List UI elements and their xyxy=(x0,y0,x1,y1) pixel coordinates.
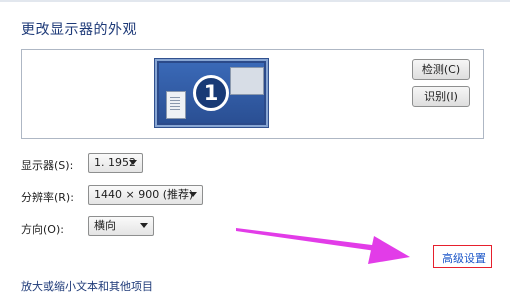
annotation-arrow-head xyxy=(368,236,410,264)
text-size-link[interactable]: 放大或缩小文本和其他项目 xyxy=(21,278,153,294)
annotation-arrow-shaft xyxy=(236,228,390,253)
advanced-settings-link[interactable]: 高级设置 xyxy=(442,250,486,266)
